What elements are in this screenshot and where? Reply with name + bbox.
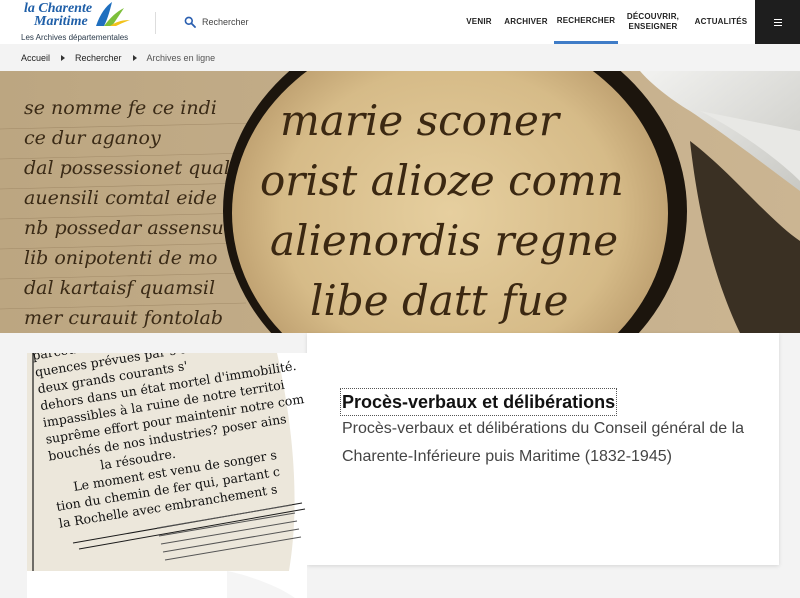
nav-item-rechercher[interactable]: RECHERCHER: [554, 0, 618, 44]
nav-label: ACTUALITÉS: [694, 17, 748, 26]
birds-icon: [96, 2, 130, 26]
nav-label-line1: DÉCOUVRIR,: [626, 12, 680, 21]
logo-subtitle: Les Archives départementales: [21, 33, 129, 42]
hero-banner: se nomme fe ce indi ce dur aganoy dal po…: [0, 71, 800, 333]
breadcrumb-rechercher[interactable]: Rechercher: [75, 53, 122, 63]
manuscript-line: lib onipotenti de mo: [24, 247, 218, 269]
nav-item-decouvrir-enseigner[interactable]: DÉCOUVRIR, ENSEIGNER: [624, 0, 682, 44]
magnified-line: orist alioze comn: [260, 156, 624, 205]
manuscript-line: auensili comtal eide: [24, 187, 217, 209]
nav-label-line2: ENSEIGNER: [628, 22, 678, 31]
nav-label: ARCHIVER: [504, 17, 548, 26]
magnified-text: marie sconer orist alioze comn alienordi…: [260, 91, 660, 331]
search-icon[interactable]: [184, 16, 196, 28]
site-logo[interactable]: la Charente Maritime Les Archives départ…: [20, 0, 132, 44]
menu-button[interactable]: [755, 0, 800, 44]
nav-item-archiver[interactable]: ARCHIVER: [502, 0, 550, 44]
document-thumbnail[interactable]: parcours quences prévues par s'établisse…: [27, 353, 307, 598]
search-box[interactable]: [184, 14, 352, 30]
card-description: Procès-verbaux et délibérations du Conse…: [342, 420, 745, 465]
nav-item-actualites[interactable]: ACTUALITÉS: [692, 0, 750, 44]
manuscript-text: se nomme fe ce indi ce dur aganoy dal po…: [24, 93, 254, 333]
card-title[interactable]: Procès-verbaux et délibérations: [340, 388, 618, 416]
manuscript-line: nb possedar assensu: [24, 217, 224, 239]
header-divider: [155, 12, 156, 34]
logo-line2: Maritime: [34, 14, 88, 29]
breadcrumb-home[interactable]: Accueil: [21, 53, 50, 63]
breadcrumb-current: Archives en ligne: [146, 52, 216, 63]
logo-title: la Charente Maritime: [24, 2, 92, 29]
manuscript-line: dal kartaisf quamsil: [24, 277, 216, 299]
manuscript-line: mer curauit fontolab: [24, 307, 224, 329]
magnified-line: libe datt fue: [310, 276, 569, 325]
chevron-right-icon: [132, 54, 137, 61]
manuscript-line: dal possessionet qual: [24, 157, 230, 179]
magnified-line: alienordis regne: [270, 216, 619, 265]
manuscript-line: ce dur aganoy: [24, 127, 161, 149]
chevron-right-icon: [61, 54, 66, 61]
site-header: la Charente Maritime Les Archives départ…: [0, 0, 800, 44]
hamburger-icon: [773, 18, 782, 26]
nav-label: RECHERCHER: [556, 15, 616, 25]
nav-item-venir[interactable]: VENIR: [460, 0, 498, 44]
breadcrumb: Accueil Rechercher Archives en ligne: [0, 44, 800, 71]
nav-label: VENIR: [466, 17, 492, 26]
search-input[interactable]: [202, 17, 352, 27]
magnified-line: marie sconer: [280, 96, 559, 145]
manuscript-line: se nomme fe ce indi: [24, 97, 217, 119]
